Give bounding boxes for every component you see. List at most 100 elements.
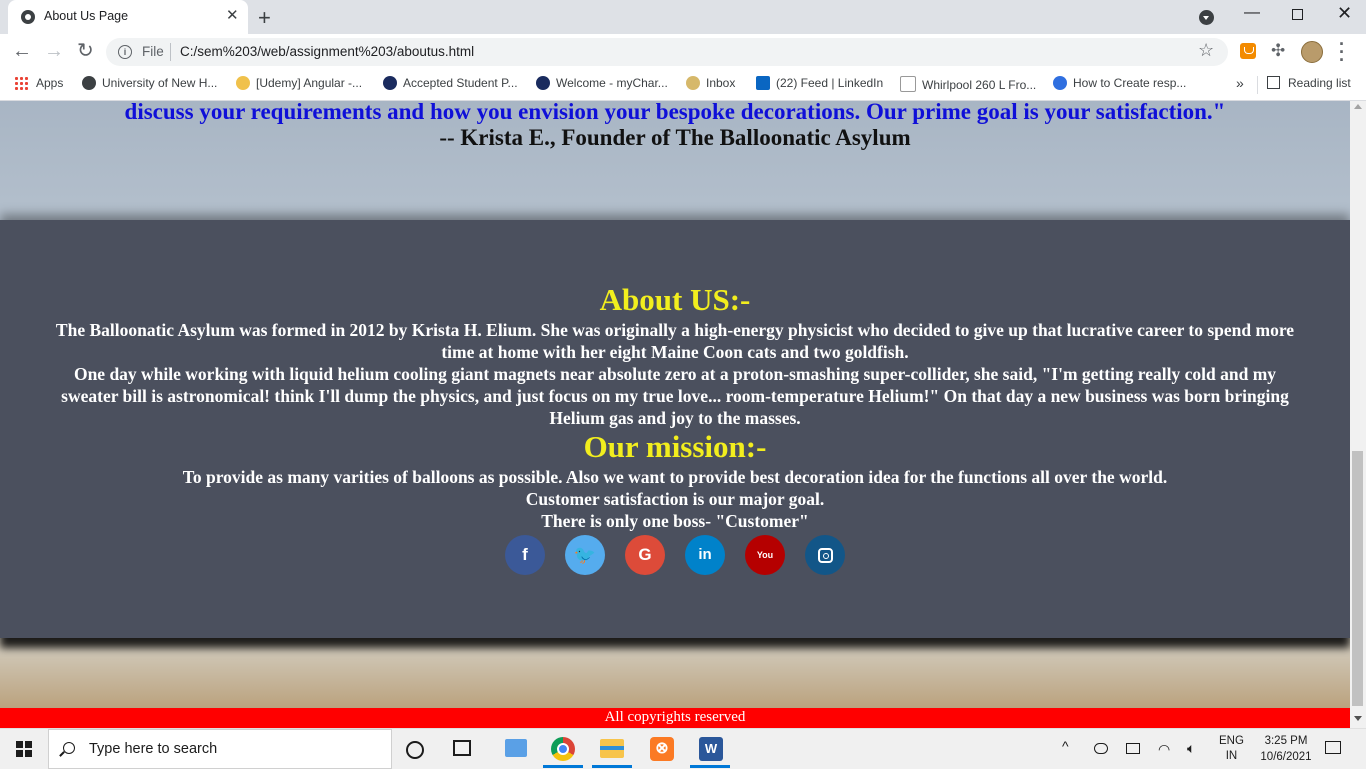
reading-list-icon — [1267, 76, 1280, 89]
apps-grid-icon — [14, 76, 28, 90]
xampp-icon[interactable]: ⊗ — [650, 737, 674, 761]
more-bookmarks-button[interactable]: » — [1236, 75, 1244, 91]
address-bar[interactable]: i File C:/sem%203/web/assignment%203/abo… — [106, 38, 1228, 66]
mission-line: There is only one boss- "Customer" — [541, 511, 809, 531]
notification-center-icon[interactable] — [1325, 741, 1341, 754]
bookmarks-separator — [1257, 76, 1258, 94]
bookmark-label: University of New H... — [102, 76, 218, 90]
clock-time: 3:25 PM — [1264, 735, 1308, 747]
url-text[interactable]: C:/sem%203/web/assignment%203/aboutus.ht… — [180, 44, 474, 59]
about-heading: About US:- — [599, 282, 751, 317]
mission-line: Customer satisfaction is our major goal. — [525, 489, 825, 509]
this-pc-icon[interactable] — [505, 739, 527, 757]
onedrive-cloud-icon[interactable] — [1094, 743, 1108, 754]
mission-heading: Our mission:- — [583, 429, 767, 464]
chrome-icon[interactable] — [551, 737, 575, 761]
twitter-icon[interactable]: 🐦 — [565, 535, 605, 575]
new-tab-button[interactable]: + — [258, 5, 271, 31]
instagram-icon[interactable] — [805, 535, 845, 575]
taskbar-search-box[interactable]: Type here to search — [48, 729, 392, 769]
extensions-puzzle-icon[interactable]: ✣ — [1271, 41, 1285, 61]
kebab-menu-icon[interactable]: · · · — [1339, 35, 1345, 69]
reload-icon[interactable]: ↻ — [77, 40, 94, 62]
close-window-button[interactable]: ✕ — [1337, 3, 1352, 24]
forward-arrow-icon[interactable]: → — [44, 40, 64, 62]
bookmark-udemy[interactable]: [Udemy] Angular -... — [236, 76, 362, 90]
wifi-icon[interactable]: ◠ — [1158, 741, 1170, 758]
cortana-icon[interactable] — [406, 741, 424, 759]
show-hidden-icons-chevron-icon[interactable]: ^ — [1062, 738, 1069, 754]
close-tab-icon[interactable]: ✕ — [226, 8, 239, 24]
page-viewport: discuss your requirements and how you en… — [0, 101, 1350, 728]
university-seal-icon — [536, 76, 550, 90]
linkedin-icon — [756, 76, 770, 90]
bookmark-label: Apps — [36, 76, 64, 90]
footer-copyright: All copyrights reserved — [0, 708, 1350, 728]
file-explorer-icon[interactable] — [600, 739, 624, 758]
bookmark-label: Inbox — [706, 76, 736, 90]
about-section: About US:- The Balloonatic Asylum was fo… — [0, 220, 1350, 638]
input-language[interactable]: ENG IN — [1219, 734, 1244, 764]
battery-icon[interactable] — [1126, 743, 1140, 754]
region-code: IN — [1225, 750, 1238, 762]
back-arrow-icon[interactable]: ← — [12, 40, 32, 62]
windows-logo-pane — [16, 750, 23, 757]
amazon-icon — [900, 76, 916, 92]
scrollbar-thumb[interactable] — [1352, 451, 1363, 706]
university-seal-icon — [383, 76, 397, 90]
reading-list-button[interactable]: Reading list — [1267, 76, 1351, 90]
social-links: f 🐦 G in You — [505, 535, 850, 575]
windows-logo-pane — [25, 750, 32, 757]
facebook-icon[interactable]: f — [505, 535, 545, 575]
windows-start-icon[interactable] — [16, 741, 32, 757]
bookmark-how-to-create[interactable]: How to Create resp... — [1053, 76, 1186, 90]
reading-list-label: Reading list — [1288, 76, 1351, 90]
bookmark-label: Whirlpool 260 L Fro... — [922, 78, 1037, 92]
youtube-icon[interactable]: You — [745, 535, 785, 575]
bookmark-apps[interactable]: Apps — [14, 76, 63, 90]
instagram-glyph — [818, 548, 833, 563]
linkedin-icon[interactable]: in — [685, 535, 725, 575]
maximize-button[interactable] — [1292, 9, 1303, 20]
mission-line: To provide as many varities of balloons … — [182, 467, 1168, 487]
scroll-down-arrow-icon[interactable] — [1354, 716, 1362, 721]
bookmark-label: Welcome - myChar... — [556, 76, 668, 90]
bookmark-label: (22) Feed | LinkedIn — [776, 76, 884, 90]
bookmark-whirlpool[interactable]: Whirlpool 260 L Fro... — [900, 76, 1036, 92]
profile-avatar[interactable] — [1301, 41, 1323, 63]
google-icon[interactable]: G — [625, 535, 665, 575]
bookmark-label: Accepted Student P... — [403, 76, 518, 90]
minimize-button[interactable]: — — [1244, 4, 1260, 22]
bookmark-linkedin[interactable]: (22) Feed | LinkedIn — [756, 76, 883, 90]
tab-search-icon[interactable] — [1199, 10, 1214, 25]
bookmark-accepted-student[interactable]: Accepted Student P... — [383, 76, 518, 90]
udemy-icon — [236, 76, 250, 90]
windows-taskbar: Type here to search ⊗ W ^ ◠ 🔈︎ ENG IN 3:… — [0, 728, 1366, 769]
about-paragraph: The Balloonatic Asylum was formed in 201… — [55, 319, 1295, 429]
bookmark-label: [Udemy] Angular -... — [256, 76, 363, 90]
tab-about-us[interactable]: About Us Page ✕ — [8, 0, 248, 34]
word-icon[interactable]: W — [699, 737, 723, 761]
extension-icon[interactable] — [1240, 43, 1256, 59]
windows-logo-pane — [25, 741, 32, 748]
task-view-icon[interactable] — [453, 740, 471, 756]
about-paragraph-1: The Balloonatic Asylum was formed in 201… — [55, 320, 1295, 362]
search-placeholder: Type here to search — [89, 741, 218, 757]
globe-icon — [21, 10, 35, 24]
system-clock[interactable]: 3:25 PM 10/6/2021 — [1254, 733, 1318, 765]
about-paragraph-2: One day while working with liquid helium… — [61, 364, 1289, 428]
scroll-up-arrow-icon[interactable] — [1354, 104, 1362, 109]
bookmark-inbox[interactable]: Inbox — [686, 76, 735, 90]
page-scrollbar[interactable] — [1350, 101, 1366, 728]
bookmark-mycharger[interactable]: Welcome - myChar... — [536, 76, 668, 90]
volume-icon[interactable]: 🔈︎ — [1187, 740, 1195, 757]
bookmark-university[interactable]: University of New H... — [82, 76, 217, 90]
site-icon — [1053, 76, 1067, 90]
info-icon[interactable]: i — [118, 45, 132, 59]
tab-strip: About Us Page ✕ + — ✕ — [0, 0, 1366, 34]
clock-date: 10/6/2021 — [1260, 751, 1312, 763]
bookmark-star-icon[interactable]: ☆ — [1198, 40, 1214, 61]
mail-icon — [686, 76, 700, 90]
file-scheme-label: File — [142, 44, 164, 59]
bookmarks-bar: Apps University of New H... [Udemy] Angu… — [0, 70, 1366, 101]
